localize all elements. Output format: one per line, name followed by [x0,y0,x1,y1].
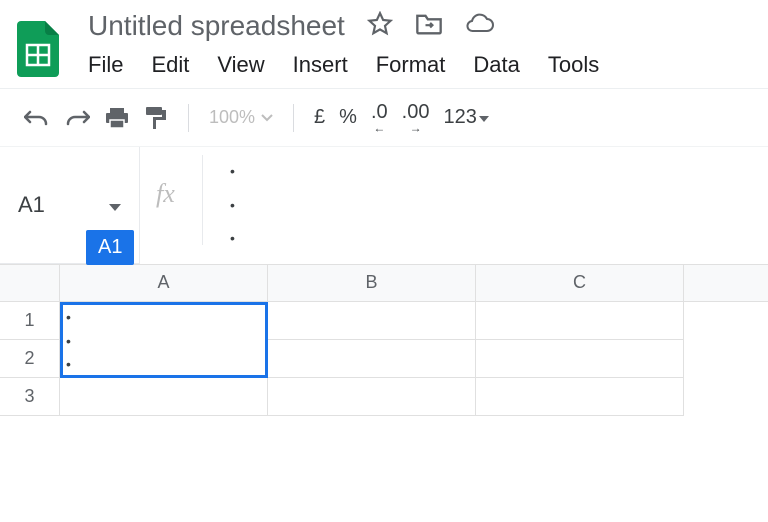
menubar: File Edit View Insert Format Data Tools [82,42,756,88]
format-currency-button[interactable]: £ [314,106,325,129]
menu-format[interactable]: Format [376,52,446,78]
formula-content [210,155,235,256]
column-header-b[interactable]: B [268,265,476,301]
paint-format-button[interactable] [144,105,168,131]
menu-data[interactable]: Data [473,52,519,78]
cloud-status-icon[interactable] [465,13,495,40]
menu-file[interactable]: File [88,52,123,78]
row-header-1[interactable]: 1 [0,302,60,340]
column-header-a[interactable]: A [60,265,268,301]
star-icon[interactable] [367,11,393,42]
menu-edit[interactable]: Edit [151,52,189,78]
cell-b1[interactable] [268,302,476,340]
menu-insert[interactable]: Insert [293,52,348,78]
cell-c1[interactable] [476,302,684,340]
menu-view[interactable]: View [217,52,264,78]
fx-icon: fx [156,179,175,209]
row-header-2[interactable]: 2 [0,340,60,378]
print-button[interactable] [104,106,130,130]
toolbar-separator [188,104,189,132]
cell-c3[interactable] [476,378,684,416]
cell-b3[interactable] [268,378,476,416]
redo-button[interactable] [64,108,90,128]
decrease-decimal-button[interactable]: .0← [371,101,388,134]
toolbar: 100% £ % .0← .00→ 123 [0,89,768,146]
menu-tools[interactable]: Tools [548,52,599,78]
sheets-logo[interactable] [12,14,64,84]
cell-c2[interactable] [476,340,684,378]
name-box-value: A1 [18,192,45,218]
spreadsheet-grid: A1 A B C 1 2 3 [0,264,768,416]
chevron-down-icon[interactable] [109,192,121,218]
toolbar-separator [293,104,294,132]
column-header-c[interactable]: C [476,265,684,301]
undo-button[interactable] [24,108,50,128]
row-header-3[interactable]: 3 [0,378,60,416]
zoom-value: 100% [209,107,255,128]
increase-decimal-button[interactable]: .00→ [402,101,430,134]
document-title[interactable]: Untitled spreadsheet [88,10,345,42]
formula-bar[interactable]: fx [140,147,768,264]
select-all-corner[interactable] [0,265,60,301]
move-folder-icon[interactable] [415,11,443,42]
cell-a2[interactable] [60,340,268,378]
more-formats-dropdown[interactable]: 123 [443,106,488,129]
format-percent-button[interactable]: % [339,106,357,129]
zoom-dropdown[interactable]: 100% [209,107,273,128]
fx-separator [202,155,203,245]
cell-a1[interactable] [60,302,268,340]
active-cell-badge: A1 [86,230,134,265]
cell-b2[interactable] [268,340,476,378]
cell-a3[interactable] [60,378,268,416]
